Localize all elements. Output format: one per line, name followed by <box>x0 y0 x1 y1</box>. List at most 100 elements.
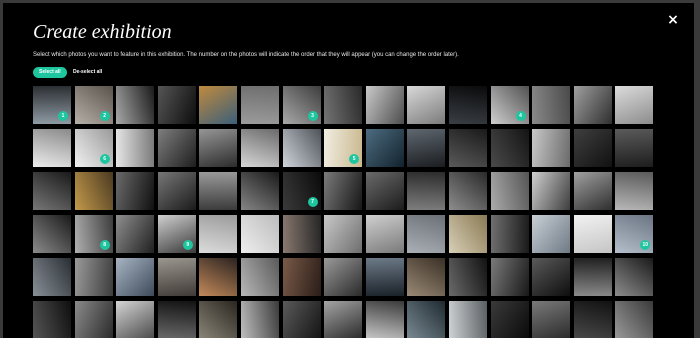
photo-thumbnail[interactable] <box>33 172 71 210</box>
photo-thumbnail[interactable] <box>74 301 113 338</box>
photo-thumbnail[interactable] <box>157 258 196 296</box>
selection-order-badge: 10 <box>640 240 651 250</box>
photo-thumbnail[interactable] <box>407 129 446 167</box>
photo-thumbnail[interactable] <box>448 215 487 253</box>
close-icon[interactable]: × <box>666 13 680 27</box>
photo-thumbnail[interactable] <box>324 86 363 124</box>
photo-thumbnail[interactable]: 3 <box>282 86 321 124</box>
photo-thumbnail[interactable] <box>407 301 446 338</box>
photo-thumbnail[interactable]: 8 <box>74 215 113 253</box>
photo-thumbnail[interactable] <box>365 172 404 210</box>
photo-thumbnail[interactable] <box>116 258 155 296</box>
photo-thumbnail[interactable]: 10 <box>615 215 654 253</box>
photo-thumbnail[interactable]: 1 <box>33 86 71 124</box>
photo-thumbnail[interactable] <box>74 172 113 210</box>
photo-thumbnail[interactable]: 4 <box>490 86 529 124</box>
photo-thumbnail[interactable] <box>448 129 487 167</box>
photo-thumbnail[interactable] <box>448 86 487 124</box>
photo-thumbnail[interactable] <box>157 129 196 167</box>
photo-thumbnail[interactable] <box>448 258 487 296</box>
photo-thumbnail[interactable] <box>324 172 363 210</box>
photo-thumbnail[interactable] <box>490 215 529 253</box>
photo-thumbnail[interactable] <box>199 215 238 253</box>
photo-thumbnail[interactable] <box>116 301 155 338</box>
photo-thumbnail[interactable] <box>615 86 654 124</box>
photo-thumbnail[interactable] <box>116 215 155 253</box>
photo-thumbnail[interactable] <box>573 301 612 338</box>
photo-thumbnail[interactable] <box>490 172 529 210</box>
photo-thumbnail[interactable] <box>324 215 363 253</box>
photo-thumbnail[interactable] <box>365 301 404 338</box>
photo-thumbnail[interactable] <box>573 258 612 296</box>
photo-thumbnail[interactable] <box>240 215 279 253</box>
photo-thumbnail[interactable] <box>240 301 279 338</box>
photo-thumbnail[interactable] <box>199 301 238 338</box>
photo-thumbnail[interactable] <box>282 301 321 338</box>
photo-thumbnail[interactable] <box>116 129 155 167</box>
photo-thumbnail[interactable] <box>365 258 404 296</box>
photo-thumbnail[interactable] <box>240 258 279 296</box>
photo-thumbnail[interactable] <box>240 172 279 210</box>
photo-thumbnail[interactable] <box>116 86 155 124</box>
photo-thumbnail[interactable] <box>532 172 571 210</box>
photo-thumbnail[interactable] <box>573 129 612 167</box>
selection-order-badge: 4 <box>515 111 526 121</box>
photo-thumbnail[interactable] <box>532 301 571 338</box>
selection-order-badge: 6 <box>99 154 110 164</box>
photo-thumbnail[interactable] <box>157 172 196 210</box>
photo-thumbnail[interactable] <box>573 86 612 124</box>
selection-order-badge: 8 <box>99 240 110 250</box>
photo-thumbnail[interactable] <box>490 301 529 338</box>
photo-thumbnail[interactable] <box>282 215 321 253</box>
photo-thumbnail[interactable] <box>74 258 113 296</box>
photo-thumbnail[interactable] <box>33 129 71 167</box>
deselect-all-button[interactable]: De-select all <box>69 67 106 78</box>
photo-thumbnail[interactable] <box>199 172 238 210</box>
photo-thumbnail[interactable] <box>282 129 321 167</box>
selection-order-badge: 2 <box>99 111 110 121</box>
photo-thumbnail[interactable] <box>532 129 571 167</box>
photo-thumbnail[interactable] <box>365 215 404 253</box>
selection-order-badge: 9 <box>182 240 193 250</box>
photo-thumbnail[interactable] <box>282 258 321 296</box>
photo-thumbnail[interactable] <box>199 258 238 296</box>
photo-thumbnail[interactable]: 5 <box>324 129 363 167</box>
photo-thumbnail[interactable] <box>615 258 654 296</box>
photo-thumbnail[interactable] <box>365 129 404 167</box>
photo-thumbnail[interactable] <box>615 301 654 338</box>
photo-thumbnail[interactable] <box>532 258 571 296</box>
photo-thumbnail[interactable]: 9 <box>157 215 196 253</box>
photo-thumbnail[interactable]: 7 <box>282 172 321 210</box>
photo-thumbnail[interactable] <box>116 172 155 210</box>
photo-thumbnail[interactable] <box>365 86 404 124</box>
dialog-title: Create exhibition <box>33 21 172 43</box>
photo-thumbnail[interactable] <box>407 258 446 296</box>
photo-thumbnail[interactable] <box>573 172 612 210</box>
photo-thumbnail[interactable] <box>490 258 529 296</box>
photo-thumbnail[interactable] <box>448 172 487 210</box>
photo-thumbnail[interactable] <box>615 172 654 210</box>
photo-thumbnail[interactable]: 6 <box>74 129 113 167</box>
photo-thumbnail[interactable] <box>532 215 571 253</box>
photo-thumbnail[interactable] <box>157 301 196 338</box>
photo-thumbnail[interactable] <box>448 301 487 338</box>
photo-thumbnail[interactable] <box>199 129 238 167</box>
photo-thumbnail[interactable] <box>33 215 71 253</box>
select-all-button[interactable]: Select all <box>33 67 67 78</box>
photo-thumbnail[interactable] <box>240 86 279 124</box>
photo-thumbnail[interactable] <box>573 215 612 253</box>
photo-thumbnail[interactable] <box>324 301 363 338</box>
photo-thumbnail[interactable] <box>532 86 571 124</box>
photo-thumbnail[interactable] <box>199 86 238 124</box>
photo-thumbnail[interactable] <box>33 258 71 296</box>
photo-thumbnail[interactable] <box>157 86 196 124</box>
photo-thumbnail[interactable] <box>615 129 654 167</box>
photo-thumbnail[interactable] <box>324 258 363 296</box>
photo-thumbnail[interactable] <box>407 86 446 124</box>
photo-thumbnail[interactable]: 2 <box>74 86 113 124</box>
photo-thumbnail[interactable] <box>407 172 446 210</box>
photo-thumbnail[interactable] <box>490 129 529 167</box>
photo-thumbnail[interactable] <box>407 215 446 253</box>
photo-thumbnail[interactable] <box>240 129 279 167</box>
photo-thumbnail[interactable] <box>33 301 71 338</box>
